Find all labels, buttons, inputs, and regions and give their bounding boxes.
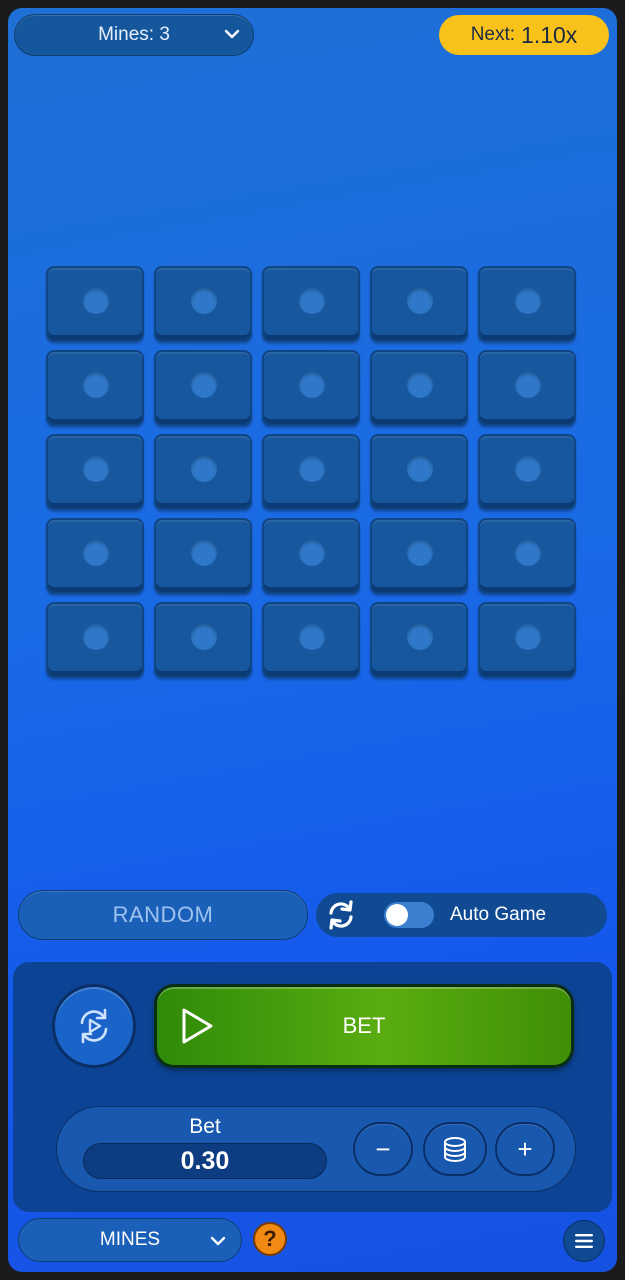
mine-tile[interactable] xyxy=(262,434,360,510)
tile-dot xyxy=(191,624,217,650)
hamburger-menu-icon xyxy=(575,1234,593,1248)
mine-tile[interactable] xyxy=(154,266,252,342)
tile-dot xyxy=(515,624,541,650)
next-multiplier-value: 1.10x xyxy=(521,21,578,48)
mine-tile[interactable] xyxy=(154,350,252,426)
mines-tile-grid xyxy=(46,266,576,678)
bet-controls-panel: BET Bet 0.30 − + xyxy=(13,962,612,1212)
next-label: Next: xyxy=(470,24,516,45)
tile-dot xyxy=(191,456,217,482)
tile-dot xyxy=(515,456,541,482)
tile-dot xyxy=(191,540,217,566)
tile-dot xyxy=(299,456,325,482)
tile-dot xyxy=(191,372,217,398)
chevron-down-icon xyxy=(210,1236,226,1246)
mine-tile[interactable] xyxy=(478,518,576,594)
bet-button[interactable]: BET xyxy=(154,984,574,1068)
mine-tile[interactable] xyxy=(262,350,360,426)
random-button[interactable]: RANDOM xyxy=(18,890,308,940)
mine-tile[interactable] xyxy=(370,602,468,678)
mine-tile[interactable] xyxy=(262,266,360,342)
tile-dot xyxy=(407,624,433,650)
mine-tile[interactable] xyxy=(262,602,360,678)
game-select-dropdown[interactable]: MINES xyxy=(18,1218,242,1262)
increase-bet-button[interactable]: + xyxy=(495,1122,555,1176)
tile-dot xyxy=(83,288,109,314)
mine-tile[interactable] xyxy=(370,266,468,342)
mine-tile[interactable] xyxy=(154,518,252,594)
tile-dot xyxy=(191,288,217,314)
autoplay-button[interactable] xyxy=(52,984,136,1068)
tile-dot xyxy=(407,288,433,314)
tile-dot xyxy=(83,540,109,566)
help-button[interactable]: ? xyxy=(253,1222,287,1256)
tile-dot xyxy=(515,288,541,314)
mine-tile[interactable] xyxy=(478,602,576,678)
chip-stack-button[interactable] xyxy=(423,1122,487,1176)
mine-tile[interactable] xyxy=(46,602,144,678)
coin-stack-icon xyxy=(444,1137,466,1162)
mine-tile[interactable] xyxy=(46,266,144,342)
tile-dot xyxy=(299,624,325,650)
bet-amount-title: Bet xyxy=(189,1115,221,1138)
bet-amount-value[interactable]: 0.30 xyxy=(83,1143,327,1179)
tile-dot xyxy=(299,288,325,314)
mine-tile[interactable] xyxy=(154,602,252,678)
mine-tile[interactable] xyxy=(478,266,576,342)
tile-dot xyxy=(83,624,109,650)
mine-tile[interactable] xyxy=(370,350,468,426)
random-button-label: RANDOM xyxy=(112,902,214,927)
sync-icon[interactable] xyxy=(324,898,358,932)
mine-tile[interactable] xyxy=(478,434,576,510)
footer-bar: MINES ? xyxy=(8,1214,617,1272)
bet-button-label: BET xyxy=(342,1013,386,1038)
toggle-knob xyxy=(386,904,408,926)
tile-dot xyxy=(515,372,541,398)
auto-game-label: Auto Game xyxy=(450,904,547,925)
top-bar: Mines: 3 Next: 1.10x xyxy=(8,8,617,62)
tile-dot xyxy=(407,372,433,398)
decrease-bet-button[interactable]: − xyxy=(353,1122,413,1176)
mine-tile[interactable] xyxy=(46,350,144,426)
chevron-down-icon xyxy=(224,29,240,39)
mine-tile[interactable] xyxy=(262,518,360,594)
tile-dot xyxy=(299,540,325,566)
tile-dot xyxy=(299,372,325,398)
game-app: Mines: 3 Next: 1.10x RANDOM Auto Game BE… xyxy=(8,8,617,1272)
auto-game-toggle[interactable] xyxy=(384,902,434,928)
game-select-label: MINES xyxy=(99,1229,161,1250)
mine-tile[interactable] xyxy=(154,434,252,510)
plus-icon: + xyxy=(517,1133,533,1164)
question-mark-icon: ? xyxy=(263,1226,277,1251)
tile-dot xyxy=(407,540,433,566)
mines-count-dropdown[interactable]: Mines: 3 xyxy=(14,14,254,56)
mine-tile[interactable] xyxy=(478,350,576,426)
mine-tile[interactable] xyxy=(46,518,144,594)
menu-button[interactable] xyxy=(563,1220,605,1262)
tile-dot xyxy=(83,456,109,482)
tile-dot xyxy=(515,540,541,566)
mines-count-label: Mines: 3 xyxy=(98,24,170,45)
mine-tile[interactable] xyxy=(46,434,144,510)
tile-dot xyxy=(83,372,109,398)
mine-tile[interactable] xyxy=(370,518,468,594)
minus-icon: − xyxy=(375,1133,391,1164)
tile-dot xyxy=(407,456,433,482)
next-multiplier-badge: Next: 1.10x xyxy=(439,15,609,55)
replay-icon xyxy=(80,1008,108,1044)
mine-tile[interactable] xyxy=(370,434,468,510)
bet-amount-panel: Bet 0.30 − + xyxy=(56,1106,576,1192)
auto-game-panel: Auto Game xyxy=(316,893,607,937)
